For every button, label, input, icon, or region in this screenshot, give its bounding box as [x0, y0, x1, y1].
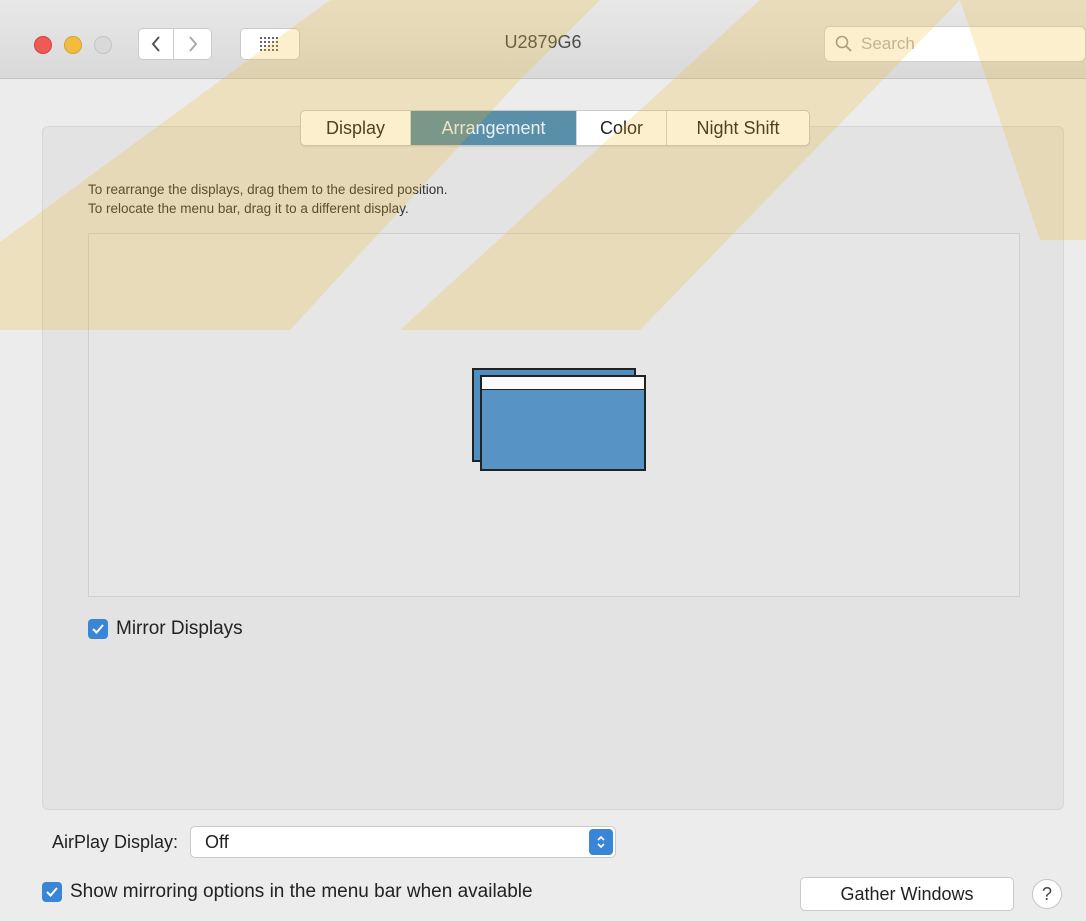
gather-windows-button[interactable]: Gather Windows	[800, 877, 1014, 911]
tab-bar: Display Arrangement Color Night Shift	[300, 110, 810, 146]
display-thumbnail[interactable]	[480, 375, 646, 471]
airplay-row: AirPlay Display: Off	[52, 826, 617, 858]
arrangement-instructions: To rearrange the displays, drag them to …	[88, 180, 447, 218]
show-mirroring-label: Show mirroring options in the menu bar w…	[70, 881, 533, 902]
title-bar: U2879G6	[0, 0, 1086, 79]
search-icon	[835, 35, 852, 52]
checkmark-icon	[92, 624, 104, 634]
show-mirroring-option[interactable]: Show mirroring options in the menu bar w…	[42, 881, 533, 903]
instruction-line: To rearrange the displays, drag them to …	[88, 182, 448, 197]
show-mirroring-checkbox[interactable]	[42, 882, 62, 902]
tab-arrangement[interactable]: Arrangement	[411, 111, 577, 145]
search-input[interactable]	[859, 33, 1063, 55]
help-button[interactable]: ?	[1032, 879, 1062, 909]
mirror-displays-checkbox[interactable]	[88, 619, 108, 639]
menu-bar-indicator[interactable]	[482, 377, 644, 390]
instruction-line: To relocate the menu bar, drag it to a d…	[88, 201, 409, 216]
tab-color[interactable]: Color	[577, 111, 667, 145]
airplay-label: AirPlay Display:	[52, 831, 179, 852]
mirror-displays-option[interactable]: Mirror Displays	[88, 618, 243, 640]
tab-night-shift[interactable]: Night Shift	[667, 111, 809, 145]
airplay-selected-value: Off	[205, 831, 229, 852]
updown-chevron-icon	[589, 829, 614, 855]
checkmark-icon	[46, 887, 58, 897]
search-field[interactable]	[824, 26, 1086, 62]
tab-display[interactable]: Display	[301, 111, 411, 145]
mirror-displays-label: Mirror Displays	[116, 618, 243, 639]
airplay-display-popup[interactable]: Off	[190, 826, 617, 858]
